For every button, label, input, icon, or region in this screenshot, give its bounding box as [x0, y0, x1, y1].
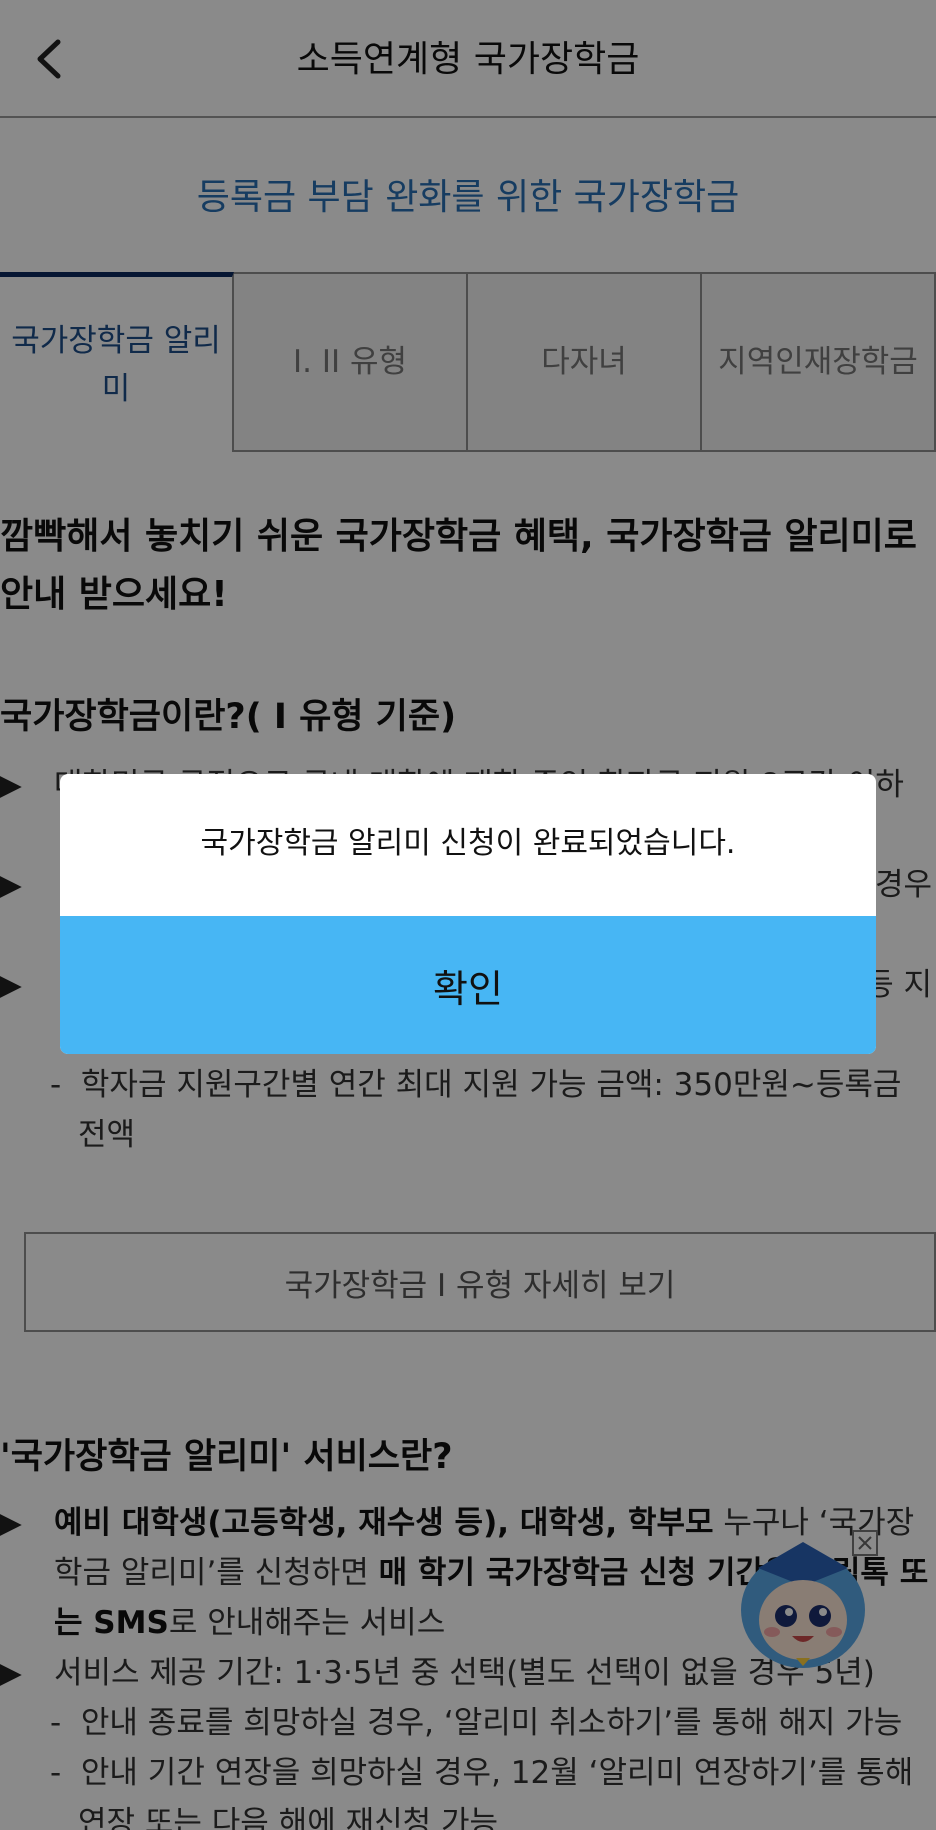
- dialog-message: 국가장학금 알리미 신청이 완료되었습니다.: [200, 826, 736, 861]
- confirmation-dialog: 국가장학금 알리미 신청이 완료되었습니다. 확인: [60, 774, 876, 1054]
- confirm-button[interactable]: 확인: [60, 916, 876, 1054]
